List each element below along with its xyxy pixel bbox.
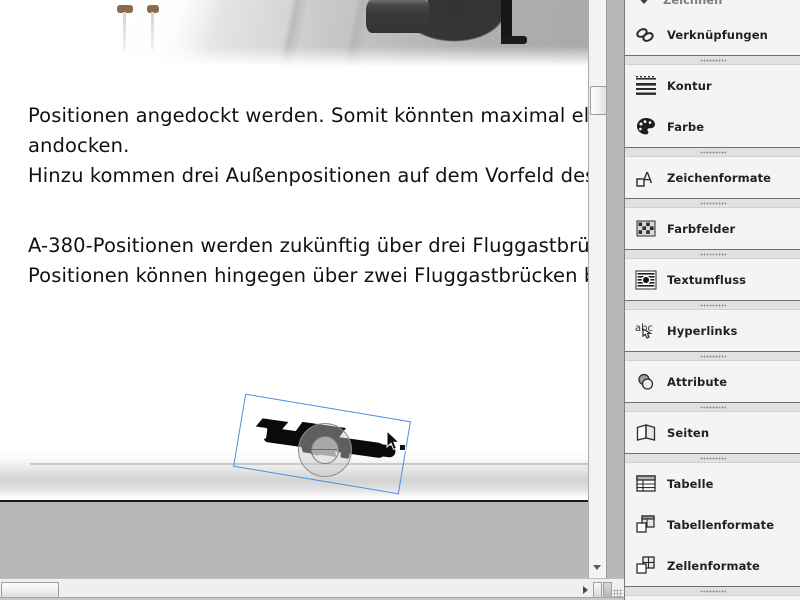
panel-item-verkn-pfungen[interactable]: Verknüpfungen — [625, 14, 800, 55]
transform-center-widget[interactable] — [298, 423, 352, 477]
mouse-cursor-icon — [386, 429, 402, 452]
panel-item-textumfluss[interactable]: Textumfluss — [625, 259, 800, 300]
panel-item-attribute[interactable]: Attribute — [625, 361, 800, 402]
text-wrap-icon — [634, 268, 658, 292]
panel-item-label: Tabellenformate — [667, 517, 775, 532]
panel-group: abc Hyperlinks — [625, 301, 800, 352]
panel-item-farbfelder[interactable]: Farbfelder — [625, 208, 800, 249]
application-window: Positionen angedockt werden. Somit könnt… — [0, 0, 800, 600]
panel-item-label: Hyperlinks — [667, 323, 738, 338]
photo-bottom-fade — [34, 46, 606, 68]
panel-item-label: Attribute — [667, 374, 728, 389]
pages-icon — [634, 421, 658, 445]
panel-item-absatzformate[interactable]: Absatzformate — [625, 596, 800, 600]
text-line: Hinzu kommen drei Außenpositionen auf de… — [28, 164, 596, 187]
panel-item-label: Verknüpfungen — [667, 27, 768, 42]
panel-group: A Zeichenformate — [625, 148, 800, 199]
text-line: Positionen angedockt werden. Somit könnt… — [28, 104, 607, 127]
chevron-down-icon[interactable] — [635, 0, 653, 4]
attributes-icon — [634, 370, 658, 394]
text-block-lower[interactable]: A-380-Positionen werden zukünftig über d… — [28, 231, 607, 291]
panel-group: Tabelle Tabellenformate Zellenformate — [625, 454, 800, 587]
hyperlinks-icon: abc — [634, 319, 658, 343]
swatches-icon — [634, 217, 658, 241]
document-window: Positionen angedockt werden. Somit könnt… — [0, 0, 624, 600]
links-icon — [634, 23, 658, 47]
character-styles-icon: A — [634, 166, 658, 190]
panel-group: Absatzformate — [625, 587, 800, 600]
panel-group: Kontur Farbe — [625, 56, 800, 148]
panel-item-label: Textumfluss — [667, 272, 747, 287]
panel-dock[interactable]: Zeichnen Verknüpfungen Kontur Farbe A Zeiche… — [624, 0, 800, 600]
scroll-down-arrow-icon[interactable] — [593, 565, 601, 570]
panel-item-kontur[interactable]: Kontur — [625, 65, 800, 106]
clipped-panel-row-top[interactable]: Zeichnen — [625, 0, 800, 14]
cell-styles-icon — [634, 554, 658, 578]
panel-group-gripper[interactable] — [625, 454, 800, 463]
panel-item-zellenformate[interactable]: Zellenformate — [625, 545, 800, 586]
apron-post-foot — [501, 36, 527, 44]
table-icon — [634, 472, 658, 496]
panel-group: Attribute — [625, 352, 800, 403]
color-palette-icon — [634, 115, 658, 139]
panel-group-gripper[interactable] — [625, 301, 800, 310]
panel-item-zeichenformate[interactable]: A Zeichenformate — [625, 157, 800, 198]
panel-item-label: Zeichenformate — [667, 170, 772, 185]
panel-group: Textumfluss — [625, 250, 800, 301]
panel-item-label: Seiten — [667, 425, 710, 440]
pasteboard-area — [0, 500, 606, 578]
apron-pole-left — [123, 12, 126, 50]
document-canvas[interactable]: Positionen angedockt werden. Somit könnt… — [0, 0, 607, 578]
page-sheet[interactable]: Positionen angedockt werden. Somit könnt… — [0, 0, 606, 500]
panel-group: Farbfelder — [625, 199, 800, 250]
text-block-upper[interactable]: Positionen angedockt werden. Somit könnt… — [28, 101, 607, 191]
text-line: andocken. — [28, 134, 130, 157]
panel-item-farbe[interactable]: Farbe — [625, 106, 800, 147]
panel-group-gripper[interactable] — [625, 148, 800, 157]
panel-dock-list[interactable]: Verknüpfungen Kontur Farbe A Zeichenformate F… — [625, 14, 800, 600]
text-line: A-380-Positionen werden zukünftig über d… — [28, 234, 607, 257]
panel-group-gripper[interactable] — [625, 352, 800, 361]
clipped-panel-label: Zeichnen — [663, 0, 723, 7]
transform-crosshair — [311, 449, 337, 450]
panel-item-label: Kontur — [667, 78, 712, 93]
text-line: Positionen können hingegen über zwei Flu… — [28, 264, 607, 287]
panel-item-tabellenformate[interactable]: Tabellenformate — [625, 504, 800, 545]
vertical-scrollbar-thumb[interactable] — [590, 86, 606, 115]
panel-group-gripper[interactable] — [625, 199, 800, 208]
panel-item-label: Tabelle — [667, 476, 714, 491]
panel-group-gripper[interactable] — [625, 587, 800, 596]
panel-item-hyperlinks[interactable]: abc Hyperlinks — [625, 310, 800, 351]
stroke-icon — [634, 74, 658, 98]
panel-group-gripper[interactable] — [625, 56, 800, 65]
panel-group: Seiten — [625, 403, 800, 454]
table-styles-icon — [634, 513, 658, 537]
document-vertical-scrollbar[interactable] — [588, 0, 606, 578]
panel-item-seiten[interactable]: Seiten — [625, 412, 800, 453]
apron-drum — [366, 0, 430, 33]
panel-item-label: Zellenformate — [667, 558, 760, 573]
panel-item-label: Farbe — [667, 119, 705, 134]
panel-group-gripper[interactable] — [625, 403, 800, 412]
panel-item-tabelle[interactable]: Tabelle — [625, 463, 800, 504]
panel-group-gripper[interactable] — [625, 250, 800, 259]
hero-photo-image[interactable] — [34, 0, 606, 68]
apron-pole-right — [151, 12, 154, 50]
panel-group: Verknüpfungen — [625, 14, 800, 56]
scroll-right-arrow-icon[interactable] — [583, 586, 588, 594]
panel-item-label: Farbfelder — [667, 221, 736, 236]
transform-ring-inner — [311, 436, 339, 464]
